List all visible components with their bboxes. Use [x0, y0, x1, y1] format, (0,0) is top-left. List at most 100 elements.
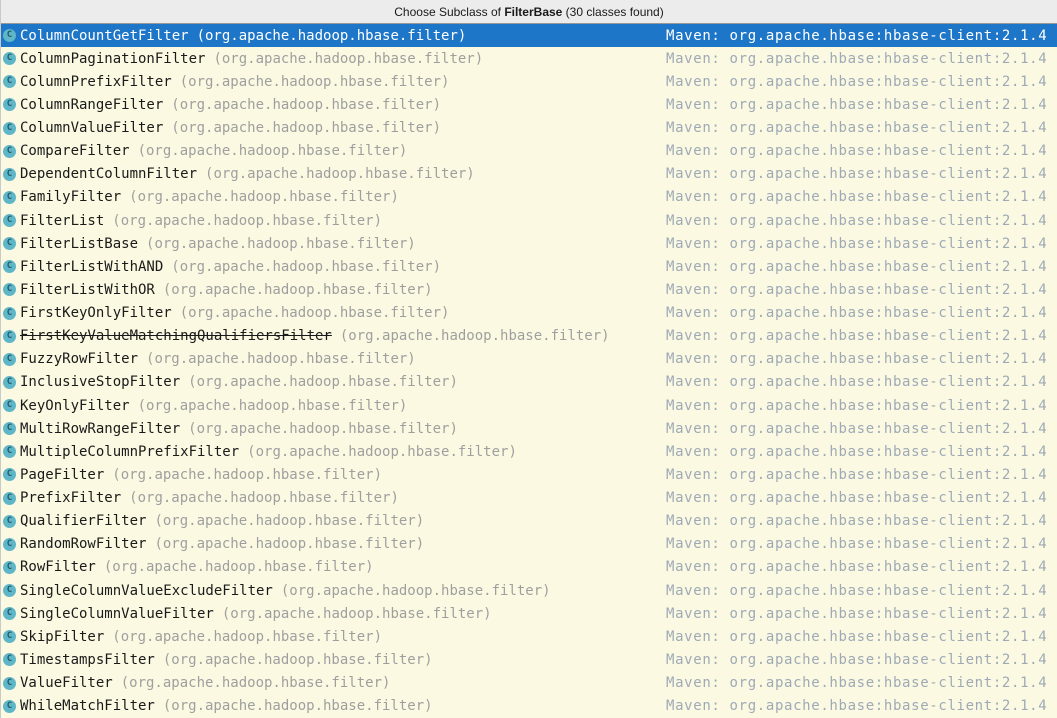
- maven-coordinates: Maven: org.apache.hbase:hbase-client:2.1…: [666, 651, 1048, 668]
- class-icon: C: [3, 237, 16, 251]
- package-name: (org.apache.hadoop.hbase.filter): [247, 443, 517, 460]
- class-name: MultiRowRangeFilter: [20, 420, 181, 437]
- class-icon: C: [3, 306, 16, 320]
- package-name: (org.apache.hadoop.hbase.filter): [112, 212, 383, 229]
- class-name: QualifierFilter: [20, 513, 147, 530]
- list-item[interactable]: C InclusiveStopFilter (org.apache.hadoop…: [1, 371, 1057, 394]
- list-item[interactable]: C RowFilter (org.apache.hadoop.hbase.fil…: [1, 556, 1057, 579]
- class-icon: C: [3, 167, 16, 181]
- class-name: FilterList: [20, 212, 105, 229]
- class-icon: C: [3, 352, 16, 366]
- maven-coordinates: Maven: org.apache.hbase:hbase-client:2.1…: [666, 675, 1048, 692]
- list-item[interactable]: C SingleColumnValueFilter (org.apache.ha…: [1, 602, 1057, 625]
- package-name: (org.apache.hadoop.hbase.filter): [280, 582, 551, 599]
- list-item[interactable]: C SingleColumnValueExcludeFilter (org.ap…: [1, 579, 1057, 602]
- class-icon: C: [3, 52, 16, 66]
- maven-coordinates: Maven: org.apache.hbase:hbase-client:2.1…: [666, 305, 1048, 322]
- list-item[interactable]: C ColumnPaginationFilter (org.apache.had…: [1, 47, 1057, 70]
- class-name: RowFilter: [20, 559, 96, 576]
- package-name: (org.apache.hadoop.hbase.filter): [120, 675, 391, 692]
- package-name: (org.apache.hadoop.hbase.filter): [171, 120, 442, 137]
- maven-coordinates: Maven: org.apache.hbase:hbase-client:2.1…: [666, 605, 1048, 622]
- list-item[interactable]: C DependentColumnFilter (org.apache.hado…: [1, 163, 1057, 186]
- maven-coordinates: Maven: org.apache.hbase:hbase-client:2.1…: [666, 374, 1048, 391]
- list-item[interactable]: C ColumnPrefixFilter (org.apache.hadoop.…: [1, 70, 1057, 93]
- class-icon: C: [3, 121, 16, 135]
- class-name: FilterListWithOR: [20, 281, 155, 298]
- list-item[interactable]: C FirstKeyOnlyFilter (org.apache.hadoop.…: [1, 302, 1057, 325]
- maven-coordinates: Maven: org.apache.hbase:hbase-client:2.1…: [666, 698, 1048, 715]
- maven-coordinates: Maven: org.apache.hbase:hbase-client:2.1…: [666, 96, 1048, 113]
- list-item[interactable]: C FilterListWithOR (org.apache.hadoop.hb…: [1, 278, 1057, 301]
- class-name: KeyOnlyFilter: [20, 397, 130, 414]
- class-icon: C: [3, 144, 16, 158]
- class-icon: C: [3, 699, 16, 713]
- class-name: SkipFilter: [20, 628, 105, 645]
- list-item[interactable]: C FuzzyRowFilter (org.apache.hadoop.hbas…: [1, 348, 1057, 371]
- package-name: (org.apache.hadoop.hbase.filter): [112, 628, 383, 645]
- package-name: (org.apache.hadoop.hbase.filter): [129, 490, 399, 507]
- list-item[interactable]: C FilterListBase (org.apache.hadoop.hbas…: [1, 232, 1057, 255]
- class-icon: C: [3, 584, 16, 598]
- class-list[interactable]: C ColumnCountGetFilter (org.apache.hadoo…: [1, 24, 1057, 718]
- class-name: InclusiveStopFilter: [20, 374, 181, 391]
- list-item[interactable]: C QualifierFilter (org.apache.hadoop.hba…: [1, 510, 1057, 533]
- list-item[interactable]: C CompareFilter (org.apache.hadoop.hbase…: [1, 140, 1057, 163]
- package-name: (org.apache.hadoop.hbase.filter): [129, 189, 399, 206]
- class-icon: C: [3, 329, 16, 343]
- class-icon: C: [3, 260, 16, 274]
- package-name: (org.apache.hadoop.hbase.filter): [171, 96, 442, 113]
- class-name: PrefixFilter: [20, 490, 122, 507]
- package-name: (org.apache.hadoop.hbase.filter): [137, 143, 408, 160]
- class-name: RandomRowFilter: [20, 536, 147, 553]
- list-item[interactable]: C MultiRowRangeFilter (org.apache.hadoop…: [1, 417, 1057, 440]
- list-item[interactable]: C ColumnValueFilter (org.apache.hadoop.h…: [1, 117, 1057, 140]
- maven-coordinates: Maven: org.apache.hbase:hbase-client:2.1…: [666, 166, 1048, 183]
- class-name: FilterListWithAND: [20, 258, 164, 275]
- class-icon: C: [3, 676, 16, 690]
- class-name: ColumnPrefixFilter: [20, 73, 172, 90]
- package-name: (org.apache.hadoop.hbase.filter): [154, 513, 425, 530]
- list-item[interactable]: C FilterListWithAND (org.apache.hadoop.h…: [1, 255, 1057, 278]
- class-name: FilterListBase: [20, 235, 139, 252]
- class-icon: C: [3, 445, 16, 459]
- package-name: (org.apache.hadoop.hbase.filter): [154, 536, 425, 553]
- class-icon: C: [3, 607, 16, 621]
- package-name: (org.apache.hadoop.hbase.filter): [188, 374, 458, 391]
- maven-coordinates: Maven: org.apache.hbase:hbase-client:2.1…: [666, 281, 1048, 298]
- package-name: (org.apache.hadoop.hbase.filter): [339, 328, 610, 345]
- maven-coordinates: Maven: org.apache.hbase:hbase-client:2.1…: [666, 490, 1048, 507]
- list-item[interactable]: C KeyOnlyFilter (org.apache.hadoop.hbase…: [1, 394, 1057, 417]
- popup-title-bar: Choose Subclass of FilterBase (30 classe…: [1, 0, 1057, 24]
- package-name: (org.apache.hadoop.hbase.filter): [221, 605, 492, 622]
- list-item[interactable]: C FilterList (org.apache.hadoop.hbase.fi…: [1, 209, 1057, 232]
- list-item[interactable]: C FamilyFilter (org.apache.hadoop.hbase.…: [1, 186, 1057, 209]
- package-name: (org.apache.hadoop.hbase.filter): [213, 50, 484, 67]
- class-icon: C: [3, 630, 16, 644]
- list-item[interactable]: C RandomRowFilter (org.apache.hadoop.hba…: [1, 533, 1057, 556]
- list-item[interactable]: C ColumnRangeFilter (org.apache.hadoop.h…: [1, 93, 1057, 116]
- class-name: FirstKeyValueMatchingQualifiersFilter: [20, 328, 332, 345]
- class-name: DependentColumnFilter: [20, 166, 198, 183]
- package-name: (org.apache.hadoop.hbase.filter): [146, 351, 416, 368]
- class-name: SingleColumnValueExcludeFilter: [20, 582, 273, 599]
- maven-coordinates: Maven: org.apache.hbase:hbase-client:2.1…: [666, 351, 1048, 368]
- list-item[interactable]: C WhileMatchFilter (org.apache.hadoop.hb…: [1, 695, 1057, 718]
- maven-coordinates: Maven: org.apache.hbase:hbase-client:2.1…: [666, 258, 1048, 275]
- package-name: (org.apache.hadoop.hbase.filter): [179, 73, 450, 90]
- list-item[interactable]: C SkipFilter (org.apache.hadoop.hbase.fi…: [1, 625, 1057, 648]
- list-item[interactable]: C PageFilter (org.apache.hadoop.hbase.fi…: [1, 463, 1057, 486]
- maven-coordinates: Maven: org.apache.hbase:hbase-client:2.1…: [666, 73, 1048, 90]
- list-item[interactable]: C ValueFilter (org.apache.hadoop.hbase.f…: [1, 672, 1057, 695]
- list-item[interactable]: C PrefixFilter (org.apache.hadoop.hbase.…: [1, 487, 1057, 510]
- list-item[interactable]: C FirstKeyValueMatchingQualifiersFilter …: [1, 325, 1057, 348]
- list-item[interactable]: C ColumnCountGetFilter (org.apache.hadoo…: [1, 24, 1057, 48]
- class-icon: C: [3, 422, 16, 436]
- class-icon: C: [3, 491, 16, 505]
- package-name: (org.apache.hadoop.hbase.filter): [162, 698, 433, 715]
- list-item[interactable]: C MultipleColumnPrefixFilter (org.apache…: [1, 440, 1057, 463]
- list-item[interactable]: C TimestampsFilter (org.apache.hadoop.hb…: [1, 648, 1057, 671]
- maven-coordinates: Maven: org.apache.hbase:hbase-client:2.1…: [666, 235, 1048, 252]
- package-name: (org.apache.hadoop.hbase.filter): [137, 397, 408, 414]
- maven-coordinates: Maven: org.apache.hbase:hbase-client:2.1…: [666, 212, 1048, 229]
